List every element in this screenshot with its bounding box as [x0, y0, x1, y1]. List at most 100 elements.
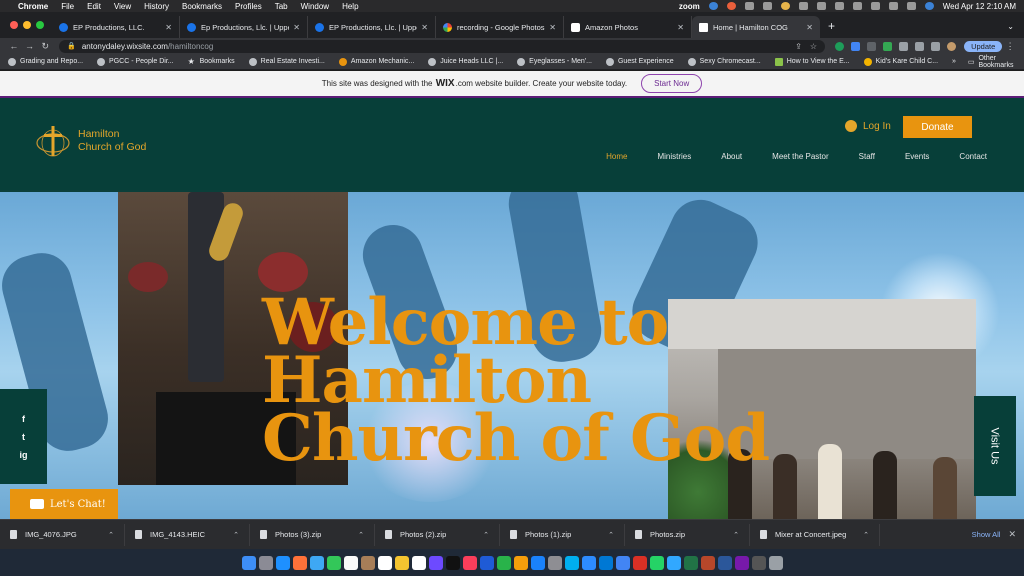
nav-events[interactable]: Events — [905, 152, 929, 161]
extension-icon[interactable] — [867, 41, 877, 51]
trash-icon[interactable] — [768, 555, 783, 570]
download-item[interactable]: Photos.zip ⌃ — [625, 523, 750, 546]
close-downloads-icon[interactable]: ✕ — [1008, 529, 1024, 540]
onenote-icon[interactable] — [734, 555, 749, 570]
whatsapp-icon[interactable] — [649, 555, 664, 570]
reminders-icon[interactable] — [411, 555, 426, 570]
nav-contact[interactable]: Contact — [959, 152, 987, 161]
chevron-up-icon[interactable]: ⌃ — [608, 531, 614, 539]
close-tab-icon[interactable]: ✕ — [293, 23, 300, 32]
tab-search-chevron-icon[interactable]: ⌄ — [997, 22, 1024, 38]
donate-button[interactable]: Donate — [903, 116, 972, 138]
powerpoint-icon[interactable] — [700, 555, 715, 570]
bookmark-star-icon[interactable]: ☆ — [810, 42, 817, 51]
lock-icon[interactable]: 🔒 — [67, 42, 76, 50]
menu-window[interactable]: Window — [301, 2, 329, 11]
download-item[interactable]: Mixer at Concert.jpeg ⌃ — [750, 523, 880, 546]
profile-avatar[interactable] — [947, 41, 957, 51]
contacts-icon[interactable] — [360, 555, 375, 570]
search-icon[interactable] — [888, 2, 898, 10]
bookmark-item[interactable]: PGCC - People Dir... — [97, 57, 174, 66]
menu-profiles[interactable]: Profiles — [235, 2, 262, 11]
monitor-icon[interactable] — [762, 2, 772, 10]
control-center-icon[interactable] — [906, 2, 916, 10]
extension-icon[interactable] — [883, 41, 893, 51]
puzzle-extensions-icon[interactable] — [899, 41, 909, 51]
reading-list-icon[interactable] — [915, 41, 925, 51]
notes-icon[interactable] — [394, 555, 409, 570]
numbers-icon[interactable] — [496, 555, 511, 570]
menu-history[interactable]: History — [144, 2, 169, 11]
bluetooth-icon[interactable] — [816, 2, 826, 10]
zoom-icon[interactable] — [581, 555, 596, 570]
skype-icon[interactable] — [564, 555, 579, 570]
launchpad-icon[interactable] — [258, 555, 273, 570]
side-panel-icon[interactable] — [931, 41, 941, 51]
messages-icon[interactable] — [326, 555, 341, 570]
photos-icon[interactable] — [343, 555, 358, 570]
nav-staff[interactable]: Staff — [859, 152, 875, 161]
zoom-status-icon[interactable]: zoom — [679, 2, 700, 11]
battery-icon[interactable] — [852, 2, 862, 10]
facebook-icon[interactable]: f — [22, 414, 25, 424]
nav-about[interactable]: About — [721, 152, 742, 161]
bookmark-item[interactable]: Eyeglasses - Men'... — [517, 57, 592, 66]
finder-icon[interactable] — [241, 555, 256, 570]
download-item[interactable]: Photos (1).zip ⌃ — [500, 523, 625, 546]
system-preferences-icon[interactable] — [547, 555, 562, 570]
record-icon[interactable] — [726, 2, 736, 10]
twitter-icon[interactable]: t — [22, 432, 25, 442]
display-icon[interactable] — [744, 2, 754, 10]
tab-amazon-photos[interactable]: Amazon Photos ✕ — [564, 16, 692, 38]
grammarly-extension-icon[interactable] — [835, 41, 845, 51]
play-icon[interactable] — [834, 2, 844, 10]
chevron-up-icon[interactable]: ⌃ — [733, 531, 739, 539]
bookmark-item[interactable]: Sexy Chromecast... — [687, 57, 761, 66]
tab-ep-productions-2[interactable]: Ep Productions, Llc. | Upper M ✕ — [180, 16, 308, 38]
menu-bookmarks[interactable]: Bookmarks — [182, 2, 222, 11]
menu-app-chrome[interactable]: Chrome — [18, 2, 48, 11]
other-bookmarks[interactable]: » ▭ Other Bookmarks — [952, 55, 1016, 69]
menu-view[interactable]: View — [114, 2, 131, 11]
download-item[interactable]: Photos (2).zip ⌃ — [375, 523, 500, 546]
chevron-up-icon[interactable]: ⌃ — [863, 531, 869, 539]
bookmark-item[interactable]: Guest Experience — [605, 57, 674, 66]
close-tab-icon[interactable]: ✕ — [165, 23, 172, 32]
tab-google-photos[interactable]: recording - Google Photos ✕ — [436, 16, 564, 38]
excel-icon[interactable] — [683, 555, 698, 570]
globe-icon[interactable] — [708, 2, 718, 10]
menu-help[interactable]: Help — [342, 2, 358, 11]
safari-icon[interactable] — [275, 555, 290, 570]
downloads-stack-icon[interactable] — [751, 555, 766, 570]
app-store-icon[interactable] — [530, 555, 545, 570]
keynote-icon[interactable] — [479, 555, 494, 570]
word-icon[interactable] — [717, 555, 732, 570]
reload-icon[interactable]: ↻ — [37, 41, 53, 52]
creative-cloud-icon[interactable] — [780, 2, 790, 10]
acrobat-icon[interactable] — [632, 555, 647, 570]
chevron-double-right-icon[interactable]: » — [952, 58, 956, 65]
download-item[interactable]: Photos (3).zip ⌃ — [250, 523, 375, 546]
tab-hamilton-cog[interactable]: Home | Hamilton COG ✕ — [692, 16, 820, 38]
chrome-icon[interactable] — [615, 555, 630, 570]
bookmark-item[interactable]: Amazon Mechanic... — [338, 57, 414, 66]
log-in-link[interactable]: Log In — [845, 120, 891, 132]
menu-edit[interactable]: Edit — [87, 2, 101, 11]
siri-icon[interactable] — [924, 2, 934, 10]
calendar-icon[interactable] — [377, 555, 392, 570]
wifi-icon[interactable] — [870, 2, 880, 10]
extension-icon[interactable] — [851, 41, 861, 51]
chevron-up-icon[interactable]: ⌃ — [108, 531, 114, 539]
visit-us-button[interactable]: Visit Us — [974, 396, 1016, 496]
close-tab-icon[interactable]: ✕ — [677, 23, 684, 32]
lets-chat-button[interactable]: Let's Chat! — [10, 489, 118, 519]
menubar-clock[interactable]: Wed Apr 12 2:10 AM — [943, 2, 1016, 11]
nav-home[interactable]: Home — [606, 152, 627, 161]
bookmark-item[interactable]: Kid's Kare Child C... — [863, 57, 938, 66]
mail-icon[interactable] — [309, 555, 324, 570]
site-logo[interactable]: Hamilton Church of God — [34, 122, 146, 160]
close-window-icon[interactable] — [10, 21, 18, 29]
fullscreen-window-icon[interactable] — [36, 21, 44, 29]
share-icon[interactable]: ⇪ — [795, 42, 802, 51]
nav-meet-the-pastor[interactable]: Meet the Pastor — [772, 152, 828, 161]
